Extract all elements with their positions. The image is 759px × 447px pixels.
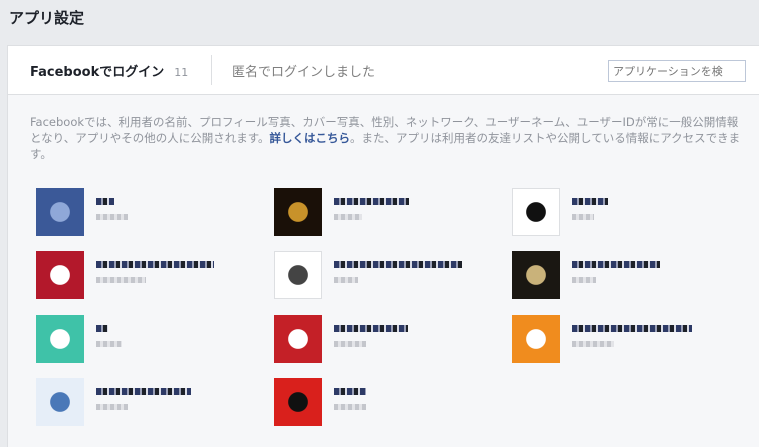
app-list-item[interactable] bbox=[512, 251, 712, 303]
orange-letter-icon bbox=[512, 315, 560, 363]
app-name bbox=[96, 325, 108, 332]
app-visibility bbox=[96, 214, 128, 220]
red-banner-icon bbox=[36, 251, 84, 299]
app-visibility bbox=[334, 404, 366, 410]
tab-facebook-login-label: Facebookでログイン bbox=[30, 65, 165, 80]
app-name bbox=[334, 261, 462, 268]
app-visibility bbox=[572, 341, 614, 347]
app-name bbox=[96, 198, 114, 205]
outline-square-icon bbox=[512, 188, 560, 236]
page-title: アプリ設定 bbox=[9, 9, 85, 27]
app-list-item[interactable] bbox=[36, 315, 236, 367]
tab-facebook-login-count: 11 bbox=[174, 66, 189, 79]
tab-facebook-login[interactable]: Facebookでログイン 11 bbox=[30, 61, 188, 80]
tab-bar: Facebookでログイン 11 匿名でログインしました bbox=[8, 46, 759, 95]
dark-game-icon bbox=[274, 188, 322, 236]
app-list-item[interactable] bbox=[36, 251, 236, 303]
app-name bbox=[572, 325, 692, 332]
app-name bbox=[572, 198, 608, 205]
tab-divider bbox=[211, 55, 212, 85]
app-search-input[interactable] bbox=[608, 60, 746, 82]
app-visibility bbox=[334, 341, 366, 347]
app-list-item[interactable] bbox=[512, 315, 712, 367]
app-visibility bbox=[96, 277, 146, 283]
app-list-item[interactable] bbox=[274, 251, 474, 303]
tab-anonymous-login[interactable]: 匿名でログインしました bbox=[232, 61, 375, 80]
privacy-description: Facebookでは、利用者の名前、プロフィール写真、カバー写真、性別、ネットワ… bbox=[30, 114, 745, 162]
app-visibility bbox=[572, 214, 594, 220]
app-visibility bbox=[572, 277, 596, 283]
blue-checkmark-icon bbox=[36, 378, 84, 426]
app-list-item[interactable] bbox=[274, 188, 474, 240]
red-character-icon bbox=[274, 378, 322, 426]
app-visibility bbox=[96, 341, 122, 347]
app-list-item[interactable] bbox=[36, 188, 236, 240]
app-name bbox=[96, 388, 191, 395]
gray-figure-icon bbox=[274, 251, 322, 299]
app-name bbox=[572, 261, 660, 268]
app-name bbox=[334, 388, 366, 395]
app-name bbox=[334, 198, 409, 205]
app-list-item[interactable] bbox=[512, 188, 712, 240]
app-list-item[interactable] bbox=[36, 378, 236, 430]
app-visibility bbox=[334, 214, 362, 220]
app-list-item[interactable] bbox=[274, 315, 474, 367]
teal-bracket-icon bbox=[36, 315, 84, 363]
blue-face-icon bbox=[36, 188, 84, 236]
red-stripes-icon bbox=[274, 315, 322, 363]
app-list-item[interactable] bbox=[274, 378, 474, 430]
apps-panel: Facebookでログイン 11 匿名でログインしました Facebookでは、利… bbox=[7, 45, 759, 447]
app-visibility bbox=[334, 277, 358, 283]
app-visibility bbox=[96, 404, 128, 410]
dark-creature-icon bbox=[512, 251, 560, 299]
learn-more-link[interactable]: 詳しくはこちら bbox=[270, 131, 351, 145]
app-name bbox=[96, 261, 214, 268]
app-name bbox=[334, 325, 408, 332]
